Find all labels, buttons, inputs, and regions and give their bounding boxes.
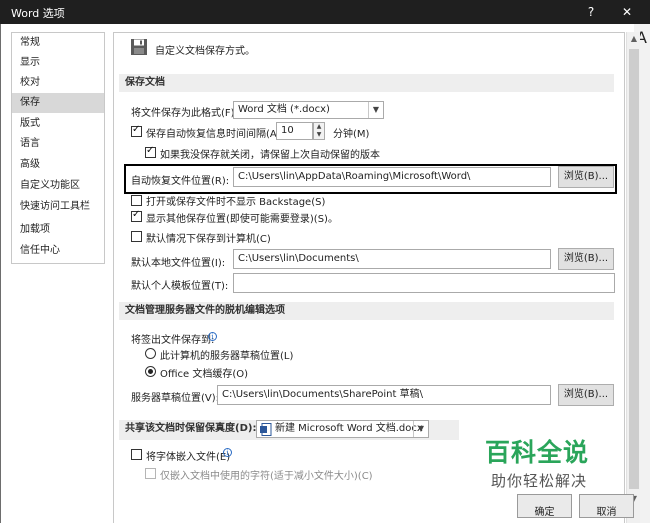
window-title: Word 选项 [11, 7, 65, 20]
sidebar-item-label: 自定义功能区 [20, 180, 80, 191]
sidebar-item-label: 校对 [20, 77, 40, 88]
sidebar-item-layout[interactable]: 版式 [12, 114, 104, 134]
help-button[interactable]: ? [580, 2, 602, 22]
autosave-label: 保存自动恢复信息时间间隔(A) [146, 129, 281, 140]
sidebar-item-advanced[interactable]: 高级 [12, 155, 104, 175]
default-local-input[interactable]: C:\Users\lin\Documents\ [233, 249, 551, 269]
info-icon: i [223, 448, 232, 457]
minutes-spinner[interactable]: ▲ ▼ [313, 122, 325, 140]
keep-last-version-checkbox[interactable] [145, 145, 156, 158]
sidebar-item-label: 显示 [20, 57, 40, 68]
office-cache-label: Office 文档缓存(O) [160, 369, 249, 380]
chevron-down-icon: ▼ [413, 421, 428, 437]
category-sidebar: 常规 显示 校对 保存 版式 语言 高级 自定义功能区 快速访问工具栏 加载项 … [11, 32, 105, 264]
title-bar: Word 选项 ? ✕ [0, 0, 650, 24]
no-backstage-label: 打开或保存文件时不显示 Backstage(S) [146, 197, 326, 208]
sidebar-item-quick-access[interactable]: 快速访问工具栏 [12, 197, 104, 217]
default-local-label: 默认本地文件位置(I): [131, 258, 226, 269]
save-format-value: Word 文档 (*.docx) [238, 104, 330, 115]
embed-used-chars-checkbox[interactable] [145, 468, 156, 479]
highlight-box [124, 164, 617, 194]
minutes-label: 分钟(M) [333, 129, 370, 140]
default-template-input[interactable] [233, 273, 615, 293]
close-button[interactable]: ✕ [616, 2, 638, 22]
sidebar-item-general[interactable]: 常规 [12, 33, 104, 53]
section-save-documents: 保存文档 [119, 74, 614, 92]
show-more-locations-checkbox[interactable] [131, 209, 142, 222]
office-cache-radio[interactable] [145, 366, 156, 377]
no-backstage-checkbox[interactable] [131, 195, 142, 206]
checkout-label: 将签出文件保存到: [131, 335, 215, 346]
server-drafts-radio[interactable] [145, 348, 156, 359]
save-format-dropdown[interactable]: Word 文档 (*.docx) ▼ [233, 101, 384, 119]
sidebar-item-label: 常规 [20, 37, 40, 48]
default-local-value: C:\Users\lin\Documents\ [238, 253, 359, 264]
section-offline-editing: 文档管理服务器文件的脱机编辑选项 [119, 302, 614, 320]
sidebar-item-save[interactable]: 保存 [12, 93, 104, 113]
embed-fonts-label: 将字体嵌入文件(E) [146, 452, 231, 463]
sidebar-item-display[interactable]: 显示 [12, 53, 104, 73]
fidelity-document-dropdown[interactable]: 新建 Microsoft Word 文档.docx ▼ [256, 420, 429, 438]
sidebar-item-label: 信任中心 [20, 245, 60, 256]
fidelity-label: 共享该文档时保留保真度(D): [125, 423, 257, 434]
sidebar-item-addins[interactable]: 加载项 [12, 220, 104, 240]
browse-local-button[interactable]: 浏览(B)... [558, 248, 614, 270]
sidebar-item-customize-ribbon[interactable]: 自定义功能区 [12, 176, 104, 196]
scrollbar-thumb[interactable] [629, 49, 639, 489]
drafts-location-input[interactable]: C:\Users\lin\Documents\SharePoint 草稿\ [217, 385, 551, 405]
sidebar-item-label: 加载项 [20, 224, 50, 235]
autosave-checkbox[interactable] [131, 124, 142, 137]
scroll-up-icon[interactable]: ▲ [627, 32, 641, 46]
spin-up-icon[interactable]: ▲ [314, 123, 324, 131]
embed-fonts-checkbox[interactable] [131, 449, 142, 460]
sidebar-item-proofing[interactable]: 校对 [12, 73, 104, 93]
drafts-location-label: 服务器草稿位置(V): [131, 393, 220, 404]
info-icon: i [208, 332, 217, 341]
sidebar-item-label: 语言 [20, 138, 40, 149]
sidebar-item-language[interactable]: 语言 [12, 134, 104, 154]
show-more-locations-label: 显示其他保存位置(即使可能需要登录)(S)。 [146, 214, 338, 225]
server-drafts-label: 此计算机的服务器草稿位置(L) [160, 351, 294, 362]
fidelity-document-value: 新建 Microsoft Word 文档.docx [275, 423, 423, 434]
drafts-location-value: C:\Users\lin\Documents\SharePoint 草稿\ [222, 389, 423, 400]
format-label: 将文件保存为此格式(F): [131, 108, 238, 119]
autosave-minutes-value: 10 [281, 125, 294, 136]
save-floppy-icon [131, 39, 147, 55]
watermark-title: 百科全说 [485, 438, 590, 467]
watermark-subtitle: 助你轻松解决 [491, 472, 588, 490]
sidebar-item-label: 保存 [20, 97, 40, 108]
chevron-down-icon: ▼ [368, 102, 383, 118]
ok-button[interactable]: 确定 [517, 494, 572, 518]
save-to-computer-label: 默认情况下保存到计算机(C) [146, 234, 271, 245]
save-to-computer-checkbox[interactable] [131, 231, 142, 242]
embed-used-chars-label: 仅嵌入文档中使用的字符(适于减小文件大小)(C) [160, 471, 373, 482]
vertical-scrollbar[interactable]: ▲ ▼ [626, 32, 640, 523]
cancel-button[interactable]: 取消 [579, 494, 634, 518]
default-template-label: 默认个人模板位置(T): [131, 281, 229, 292]
word-document-icon [260, 423, 272, 436]
sidebar-item-label: 快速访问工具栏 [20, 201, 90, 212]
spin-down-icon[interactable]: ▼ [314, 131, 324, 139]
autosave-minutes-input[interactable]: 10 [276, 122, 313, 140]
browse-drafts-button[interactable]: 浏览(B)... [558, 384, 614, 406]
keep-last-version-label: 如果我没保存就关闭，请保留上次自动保留的版本 [160, 150, 380, 161]
sidebar-item-label: 版式 [20, 118, 40, 129]
sidebar-item-label: 高级 [20, 159, 40, 170]
sidebar-item-trust-center[interactable]: 信任中心 [12, 241, 104, 261]
page-heading: 自定义文档保存方式。 [155, 46, 255, 57]
